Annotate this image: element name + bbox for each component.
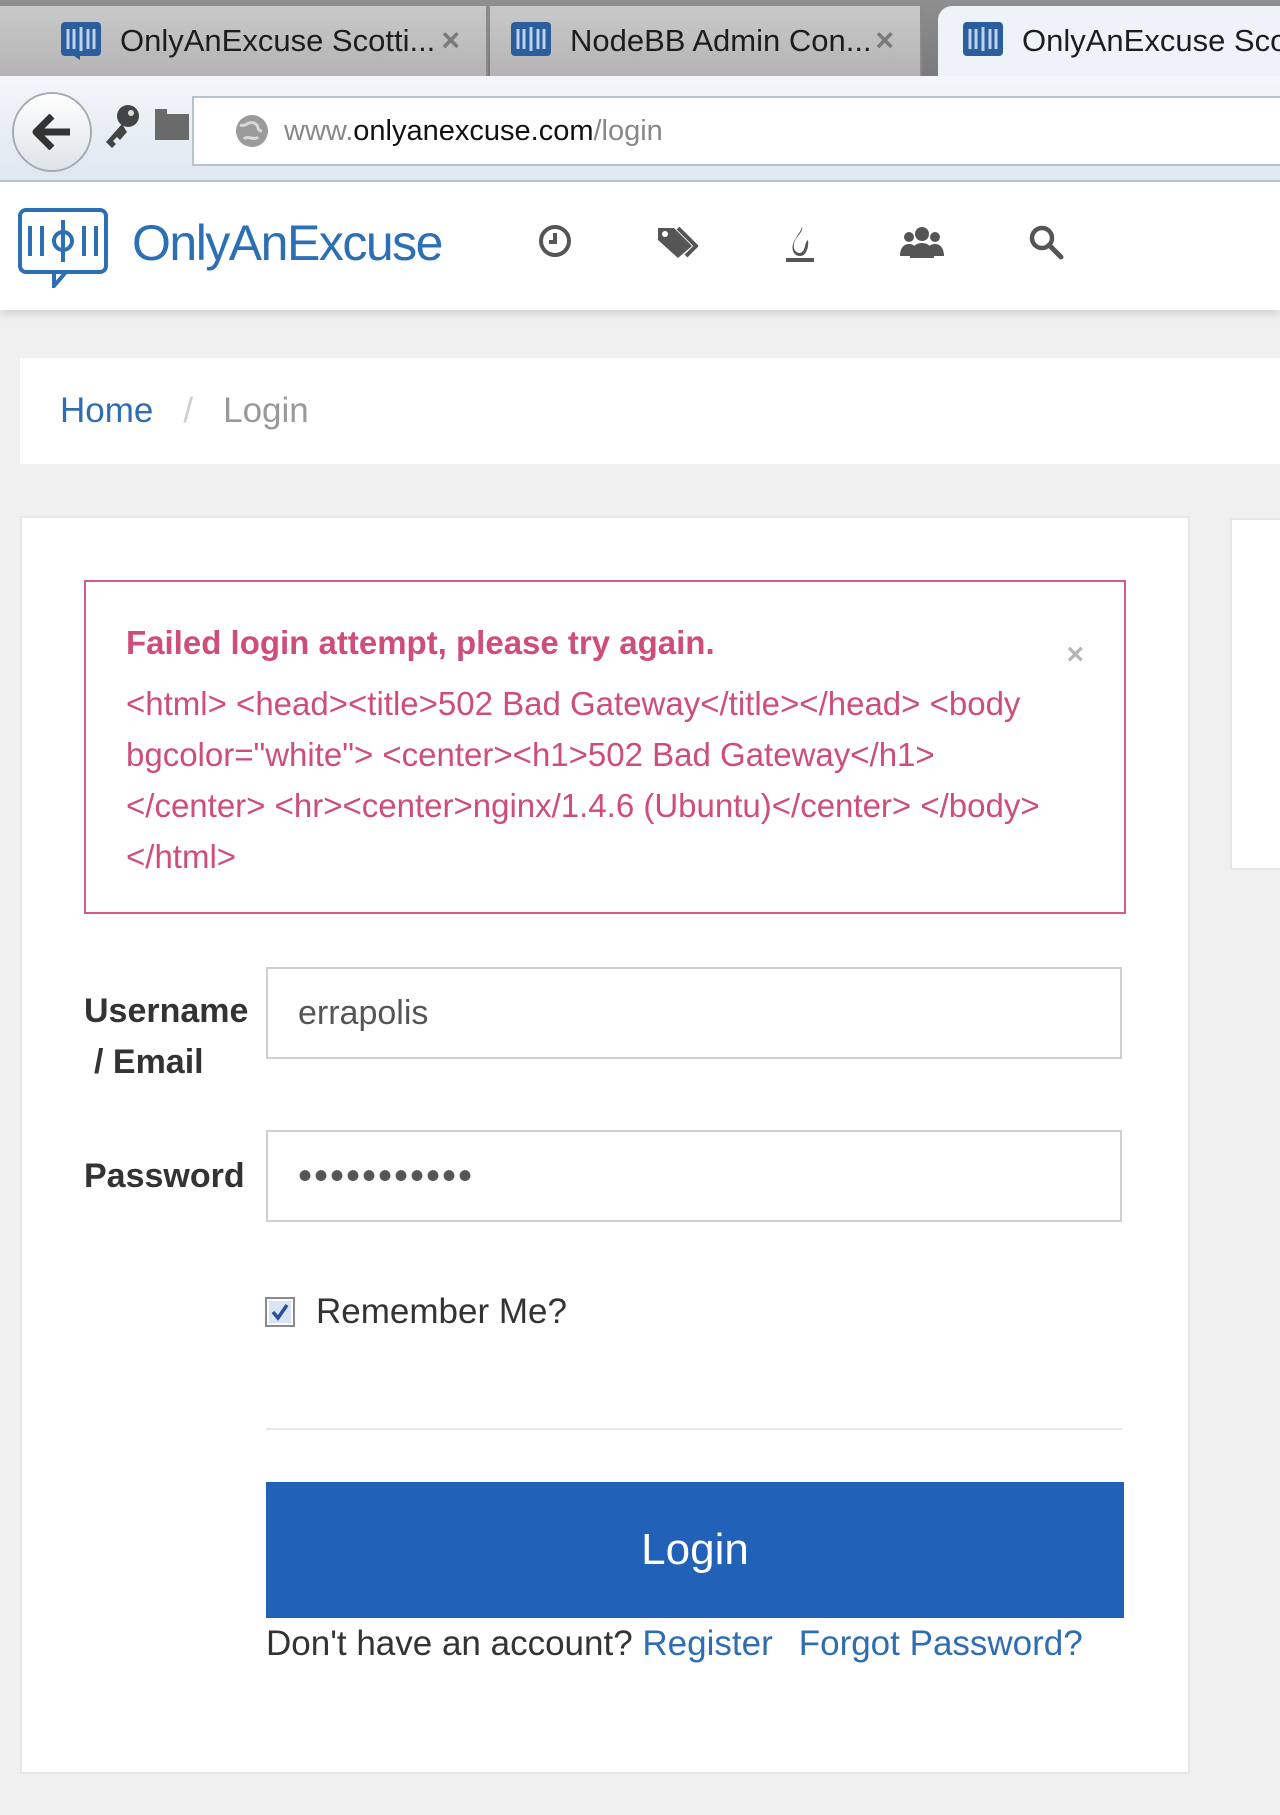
back-arrow-icon (32, 114, 70, 150)
password-label: Password (84, 1157, 245, 1195)
remember-me-checkbox[interactable] (265, 1297, 295, 1327)
login-footer: Don't have an account? Register Forgot Pa… (266, 1624, 1083, 1664)
alert-message: <html> <head><title>502 Bad Gateway</tit… (126, 685, 1040, 875)
site-brand[interactable]: OnlyAnExcuse (132, 214, 443, 272)
site-favicon-icon (61, 22, 101, 60)
site-favicon-icon (963, 22, 1003, 56)
globe-icon (236, 115, 268, 147)
page-info-icon[interactable] (154, 108, 190, 142)
browser-tab-bar: OnlyAnExcuse Scotti... × NodeBB Admin Co… (0, 0, 1280, 76)
clock-icon[interactable] (538, 224, 572, 258)
back-button[interactable] (12, 92, 92, 172)
error-alert: Failed login attempt, please try again. … (84, 580, 1126, 914)
url-host: onlyanexcuse.com (353, 114, 594, 147)
alert-close-icon[interactable]: × (1066, 638, 1084, 672)
url-prefix: www. (284, 114, 354, 147)
browser-tab-active[interactable]: OnlyAnExcuse Scot (938, 6, 1280, 76)
username-input[interactable] (266, 967, 1122, 1059)
breadcrumb: Home / Login (20, 358, 1280, 464)
browser-tab[interactable]: NodeBB Admin Con... × (490, 6, 922, 76)
address-bar[interactable]: www. onlyanexcuse.com/login (192, 96, 1280, 166)
breadcrumb-current: Login (223, 391, 309, 430)
tab-label: OnlyAnExcuse Scot (1022, 23, 1280, 58)
forgot-password-link[interactable]: Forgot Password? (799, 1624, 1083, 1663)
tab-label: NodeBB Admin Con... (570, 23, 872, 58)
tab-close-icon[interactable]: × (875, 22, 894, 59)
url-path: /login (593, 114, 663, 147)
login-button[interactable]: Login (266, 1482, 1124, 1618)
side-panel (1230, 518, 1280, 870)
username-label: Username (84, 992, 249, 1030)
remember-me-label: Remember Me? (316, 1292, 567, 1331)
browser-tab[interactable]: OnlyAnExcuse Scotti... × (0, 6, 488, 76)
tab-label: OnlyAnExcuse Scotti... (120, 23, 436, 58)
email-label: / Email (94, 1043, 204, 1081)
search-icon[interactable] (1028, 224, 1064, 260)
fire-icon[interactable] (784, 224, 816, 264)
users-icon[interactable] (900, 224, 944, 260)
register-link[interactable]: Register (642, 1624, 772, 1663)
key-icon[interactable] (100, 102, 144, 150)
tags-icon[interactable] (656, 224, 698, 260)
site-favicon-icon (511, 22, 551, 56)
site-logo-icon[interactable] (18, 208, 108, 288)
no-account-text: Don't have an account? (266, 1624, 643, 1663)
form-divider (266, 1428, 1122, 1430)
breadcrumb-separator: / (183, 391, 194, 430)
checkmark-icon (269, 1301, 291, 1323)
browser-toolbar: www. onlyanexcuse.com/login (0, 76, 1280, 182)
tab-close-icon[interactable]: × (441, 22, 460, 59)
password-input[interactable]: ••••••••••• (266, 1130, 1122, 1222)
alert-title: Failed login attempt, please try again. (126, 624, 715, 661)
site-header: OnlyAnExcuse (0, 182, 1280, 310)
breadcrumb-home-link[interactable]: Home (60, 391, 153, 431)
